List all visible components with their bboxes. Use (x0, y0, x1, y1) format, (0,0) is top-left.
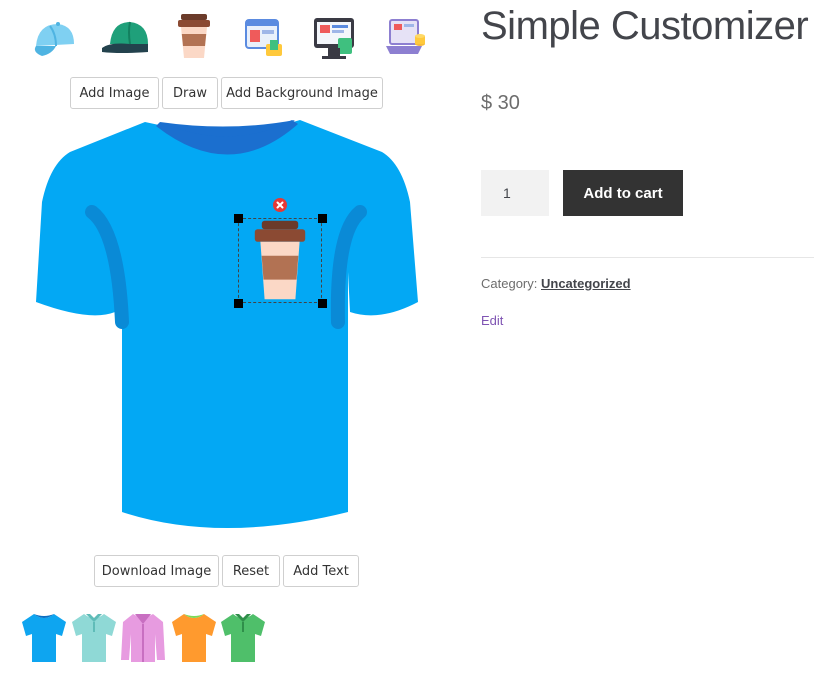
resize-handle-top-right[interactable] (318, 214, 327, 223)
variant-blue-tshirt[interactable] (20, 612, 68, 664)
draw-button[interactable]: Draw (162, 77, 218, 109)
coffee-cup-icon (178, 14, 210, 58)
sticker-coffee-cup[interactable] (170, 12, 218, 60)
divider (481, 257, 814, 258)
sticker-green-cap[interactable] (100, 14, 148, 62)
add-background-image-button[interactable]: Add Background Image (221, 77, 383, 109)
add-text-button[interactable]: Add Text (283, 555, 359, 587)
light-blue-cap-icon (34, 22, 74, 56)
add-image-button[interactable]: Add Image (70, 77, 159, 109)
delete-design-button[interactable] (273, 198, 287, 212)
add-to-cart-button[interactable]: Add to cart (563, 170, 683, 216)
download-image-button[interactable]: Download Image (94, 555, 219, 587)
variant-green-polo[interactable] (219, 612, 267, 664)
tshirt-image (36, 120, 418, 528)
variant-orange-tshirt[interactable] (170, 612, 218, 664)
sticker-light-blue-cap[interactable] (30, 14, 78, 62)
resize-handle-top-left[interactable] (234, 214, 243, 223)
web-design-icon (245, 19, 282, 56)
blue-tshirt-icon (22, 614, 66, 662)
laptop-coins-icon (386, 19, 425, 54)
close-icon (273, 198, 287, 212)
sticker-web-design[interactable] (240, 14, 288, 62)
reset-button[interactable]: Reset (222, 555, 280, 587)
variant-pink-shirt[interactable] (119, 612, 167, 664)
variant-teal-polo[interactable] (70, 612, 118, 664)
teal-polo-icon (72, 614, 116, 662)
category-label: Category: (481, 276, 538, 291)
resize-handle-bottom-right[interactable] (318, 299, 327, 308)
pink-shirt-icon (121, 614, 165, 662)
product-price: $ 30 (481, 92, 520, 114)
category-link[interactable]: Uncategorized (541, 276, 631, 291)
selection-box (238, 218, 322, 303)
product-category: Category: Uncategorized (481, 276, 631, 291)
orange-tshirt-icon (172, 614, 216, 662)
resize-handle-bottom-left[interactable] (234, 299, 243, 308)
green-cap-icon (102, 21, 148, 53)
green-polo-icon (221, 614, 265, 662)
sticker-laptop-coins[interactable] (380, 14, 428, 62)
product-title: Simple Customizer (481, 4, 809, 48)
sticker-monitor-dashboard[interactable] (310, 14, 358, 62)
design-canvas[interactable] (30, 112, 430, 544)
monitor-dashboard-icon (314, 18, 354, 59)
edit-link[interactable]: Edit (481, 313, 503, 328)
quantity-input[interactable] (481, 170, 549, 216)
